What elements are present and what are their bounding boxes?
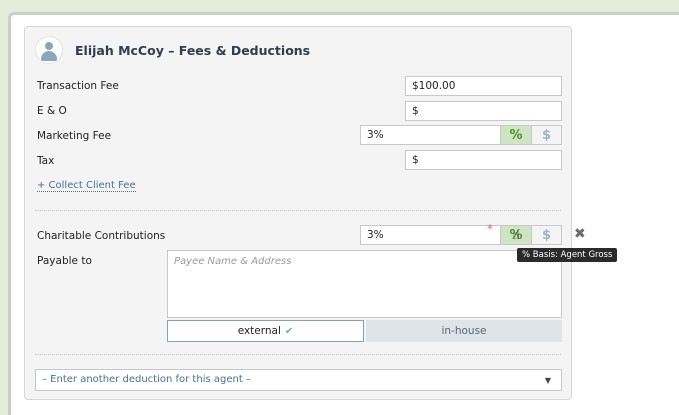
basis-tooltip: % Basis: Agent Gross [517, 248, 618, 262]
deduction-select-value: – Enter another deduction for this agent… [42, 374, 251, 385]
transaction-fee-label: Transaction Fee [37, 80, 119, 92]
payable-to-label: Payable to [37, 255, 92, 267]
fees-deductions-card: Elijah McCoy – Fees & Deductions Transac… [24, 26, 586, 400]
marketing-fee-dollar-toggle[interactable]: $ [531, 125, 562, 145]
marketing-fee-input[interactable]: 3% [360, 125, 501, 145]
marketing-fee-label: Marketing Fee [37, 130, 112, 142]
close-icon[interactable]: ✖ [574, 226, 586, 242]
check-icon: ✔ [284, 325, 294, 337]
charitable-dollar-toggle[interactable]: $ [531, 225, 562, 245]
charitable-label: Charitable Contributions [37, 230, 166, 242]
external-label: external [237, 325, 281, 337]
payee-textarea[interactable]: Payee Name & Address [167, 250, 562, 318]
card-title: Elijah McCoy – Fees & Deductions [75, 42, 311, 58]
tax-input[interactable]: $ [405, 150, 562, 170]
chevron-down-icon: ▼ [544, 376, 551, 385]
card-header: Elijah McCoy – Fees & Deductions [35, 36, 311, 64]
marketing-fee-percent-toggle[interactable]: % [500, 125, 532, 145]
external-toggle[interactable]: external ✔ [167, 320, 364, 342]
eo-input[interactable]: $ [405, 101, 562, 121]
divider-bottom [35, 354, 561, 355]
eo-label: E & O [37, 105, 67, 117]
deduction-select[interactable]: – Enter another deduction for this agent… [35, 369, 562, 391]
collect-client-fee-link[interactable]: + Collect Client Fee [37, 180, 136, 192]
inhouse-toggle[interactable]: in-house [366, 320, 562, 342]
hand-pointer-icon: ☝ [512, 228, 520, 243]
required-marker: * [487, 222, 493, 236]
charitable-input[interactable]: 3% [360, 225, 501, 245]
user-icon [35, 36, 63, 64]
tax-label: Tax [37, 155, 55, 167]
transaction-fee-input[interactable]: $100.00 [405, 76, 562, 96]
divider [35, 210, 561, 211]
